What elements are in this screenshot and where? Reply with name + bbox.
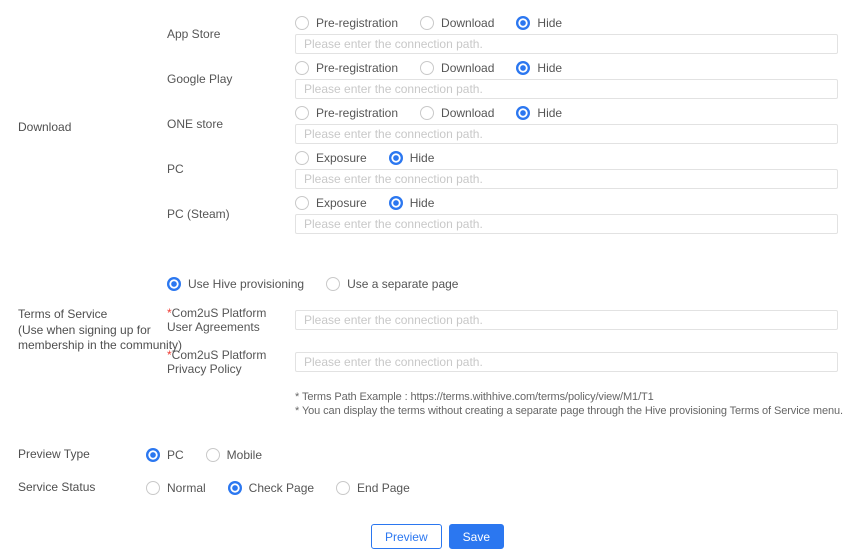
user-agreements-path-input[interactable]: [295, 310, 838, 330]
service-status-label: Service Status: [18, 480, 146, 496]
download-row-google-play: Google Play Pre-registration Download Hi…: [167, 60, 857, 99]
radio-option-mobile[interactable]: Mobile: [206, 448, 262, 462]
radio-icon: [146, 481, 160, 495]
radio-option-hide[interactable]: Hide: [516, 16, 562, 30]
radio-icon: [167, 277, 181, 291]
radio-option-use-a-separate-page[interactable]: Use a separate page: [326, 277, 458, 291]
app-store-field: Pre-registration Download Hide: [295, 15, 838, 54]
radio-option-hide[interactable]: Hide: [389, 151, 435, 165]
radio-icon: [295, 61, 309, 75]
terms-note-hint: * You can display the terms without crea…: [295, 404, 857, 419]
radio-option-hide[interactable]: Hide: [516, 61, 562, 75]
radio-icon: [516, 61, 530, 75]
radio-option-pre-registration[interactable]: Pre-registration: [295, 106, 398, 120]
preview-type-radios: PC Mobile: [146, 447, 284, 463]
download-row-app-store: App Store Pre-registration Download Hide: [167, 15, 857, 54]
radio-icon: [206, 448, 220, 462]
radio-option-normal[interactable]: Normal: [146, 481, 206, 495]
download-row-pc-steam: PC (Steam) Exposure Hide: [167, 195, 857, 234]
google-play-path-input[interactable]: [295, 79, 838, 99]
radio-icon: [420, 106, 434, 120]
radio-option-hide[interactable]: Hide: [516, 106, 562, 120]
preview-type-label: Preview Type: [18, 447, 146, 463]
radio-option-use-hive-provisioning[interactable]: Use Hive provisioning: [167, 277, 304, 291]
radio-option-download[interactable]: Download: [420, 16, 494, 30]
pc-steam-field: Exposure Hide: [295, 195, 838, 234]
radio-icon: [389, 196, 403, 210]
radio-icon: [295, 196, 309, 210]
radio-icon: [295, 106, 309, 120]
radio-icon: [295, 151, 309, 165]
radio-icon: [326, 277, 340, 291]
radio-option-hide[interactable]: Hide: [389, 196, 435, 210]
terms-content: Use Hive provisioning Use a separate pag…: [167, 276, 857, 419]
pc-label: PC: [167, 150, 295, 189]
app-store-visibility-radios: Pre-registration Download Hide: [295, 15, 838, 31]
game-settings-form: Download App Store Pre-registration Down…: [0, 0, 857, 549]
privacy-policy-row: *Com2uS Platform Privacy Policy: [167, 348, 857, 377]
pc-path-input[interactable]: [295, 169, 838, 189]
terms-notes: * Terms Path Example : https://terms.wit…: [295, 390, 857, 420]
download-section: Download App Store Pre-registration Down…: [18, 15, 857, 240]
pc-steam-visibility-radios: Exposure Hide: [295, 195, 838, 211]
pc-field: Exposure Hide: [295, 150, 838, 189]
pc-visibility-radios: Exposure Hide: [295, 150, 838, 166]
app-store-path-input[interactable]: [295, 34, 838, 54]
radio-option-check-page[interactable]: Check Page: [228, 481, 314, 495]
download-section-label: Download: [18, 120, 167, 136]
form-actions: Preview Save: [18, 524, 857, 549]
radio-icon: [146, 448, 160, 462]
privacy-policy-path-input[interactable]: [295, 352, 838, 372]
terms-source-radios: Use Hive provisioning Use a separate pag…: [167, 276, 857, 292]
download-row-pc: PC Exposure Hide: [167, 150, 857, 189]
pc-steam-label: PC (Steam): [167, 195, 295, 234]
privacy-policy-label: *Com2uS Platform Privacy Policy: [167, 348, 295, 377]
download-rows: App Store Pre-registration Download Hide…: [167, 15, 857, 240]
terms-of-service-section: Terms of Service (Use when signing up fo…: [18, 276, 857, 419]
user-agreements-row: *Com2uS Platform User Agreements: [167, 306, 857, 335]
radio-icon: [420, 61, 434, 75]
one-store-visibility-radios: Pre-registration Download Hide: [295, 105, 838, 121]
radio-option-pre-registration[interactable]: Pre-registration: [295, 16, 398, 30]
radio-icon: [516, 16, 530, 30]
one-store-label: ONE store: [167, 105, 295, 144]
radio-option-end-page[interactable]: End Page: [336, 481, 410, 495]
service-status-radios: Normal Check Page End Page: [146, 480, 432, 496]
radio-icon: [516, 106, 530, 120]
google-play-field: Pre-registration Download Hide: [295, 60, 838, 99]
terms-note-example: * Terms Path Example : https://terms.wit…: [295, 390, 857, 405]
preview-type-row: Preview Type PC Mobile: [18, 447, 857, 463]
google-play-label: Google Play: [167, 60, 295, 99]
save-button[interactable]: Save: [449, 524, 504, 549]
radio-option-download[interactable]: Download: [420, 106, 494, 120]
radio-option-exposure[interactable]: Exposure: [295, 196, 367, 210]
radio-option-download[interactable]: Download: [420, 61, 494, 75]
radio-option-pc[interactable]: PC: [146, 448, 184, 462]
radio-option-pre-registration[interactable]: Pre-registration: [295, 61, 398, 75]
radio-option-exposure[interactable]: Exposure: [295, 151, 367, 165]
one-store-path-input[interactable]: [295, 124, 838, 144]
one-store-field: Pre-registration Download Hide: [295, 105, 838, 144]
radio-icon: [228, 481, 242, 495]
user-agreements-label: *Com2uS Platform User Agreements: [167, 306, 295, 335]
radio-icon: [336, 481, 350, 495]
radio-icon: [420, 16, 434, 30]
app-store-label: App Store: [167, 15, 295, 54]
radio-icon: [389, 151, 403, 165]
google-play-visibility-radios: Pre-registration Download Hide: [295, 60, 838, 76]
radio-icon: [295, 16, 309, 30]
terms-section-label: Terms of Service (Use when signing up fo…: [18, 276, 167, 419]
service-status-row: Service Status Normal Check Page End Pag…: [18, 480, 857, 496]
pc-steam-path-input[interactable]: [295, 214, 838, 234]
download-row-one-store: ONE store Pre-registration Download Hide: [167, 105, 857, 144]
preview-button[interactable]: Preview: [371, 524, 442, 549]
